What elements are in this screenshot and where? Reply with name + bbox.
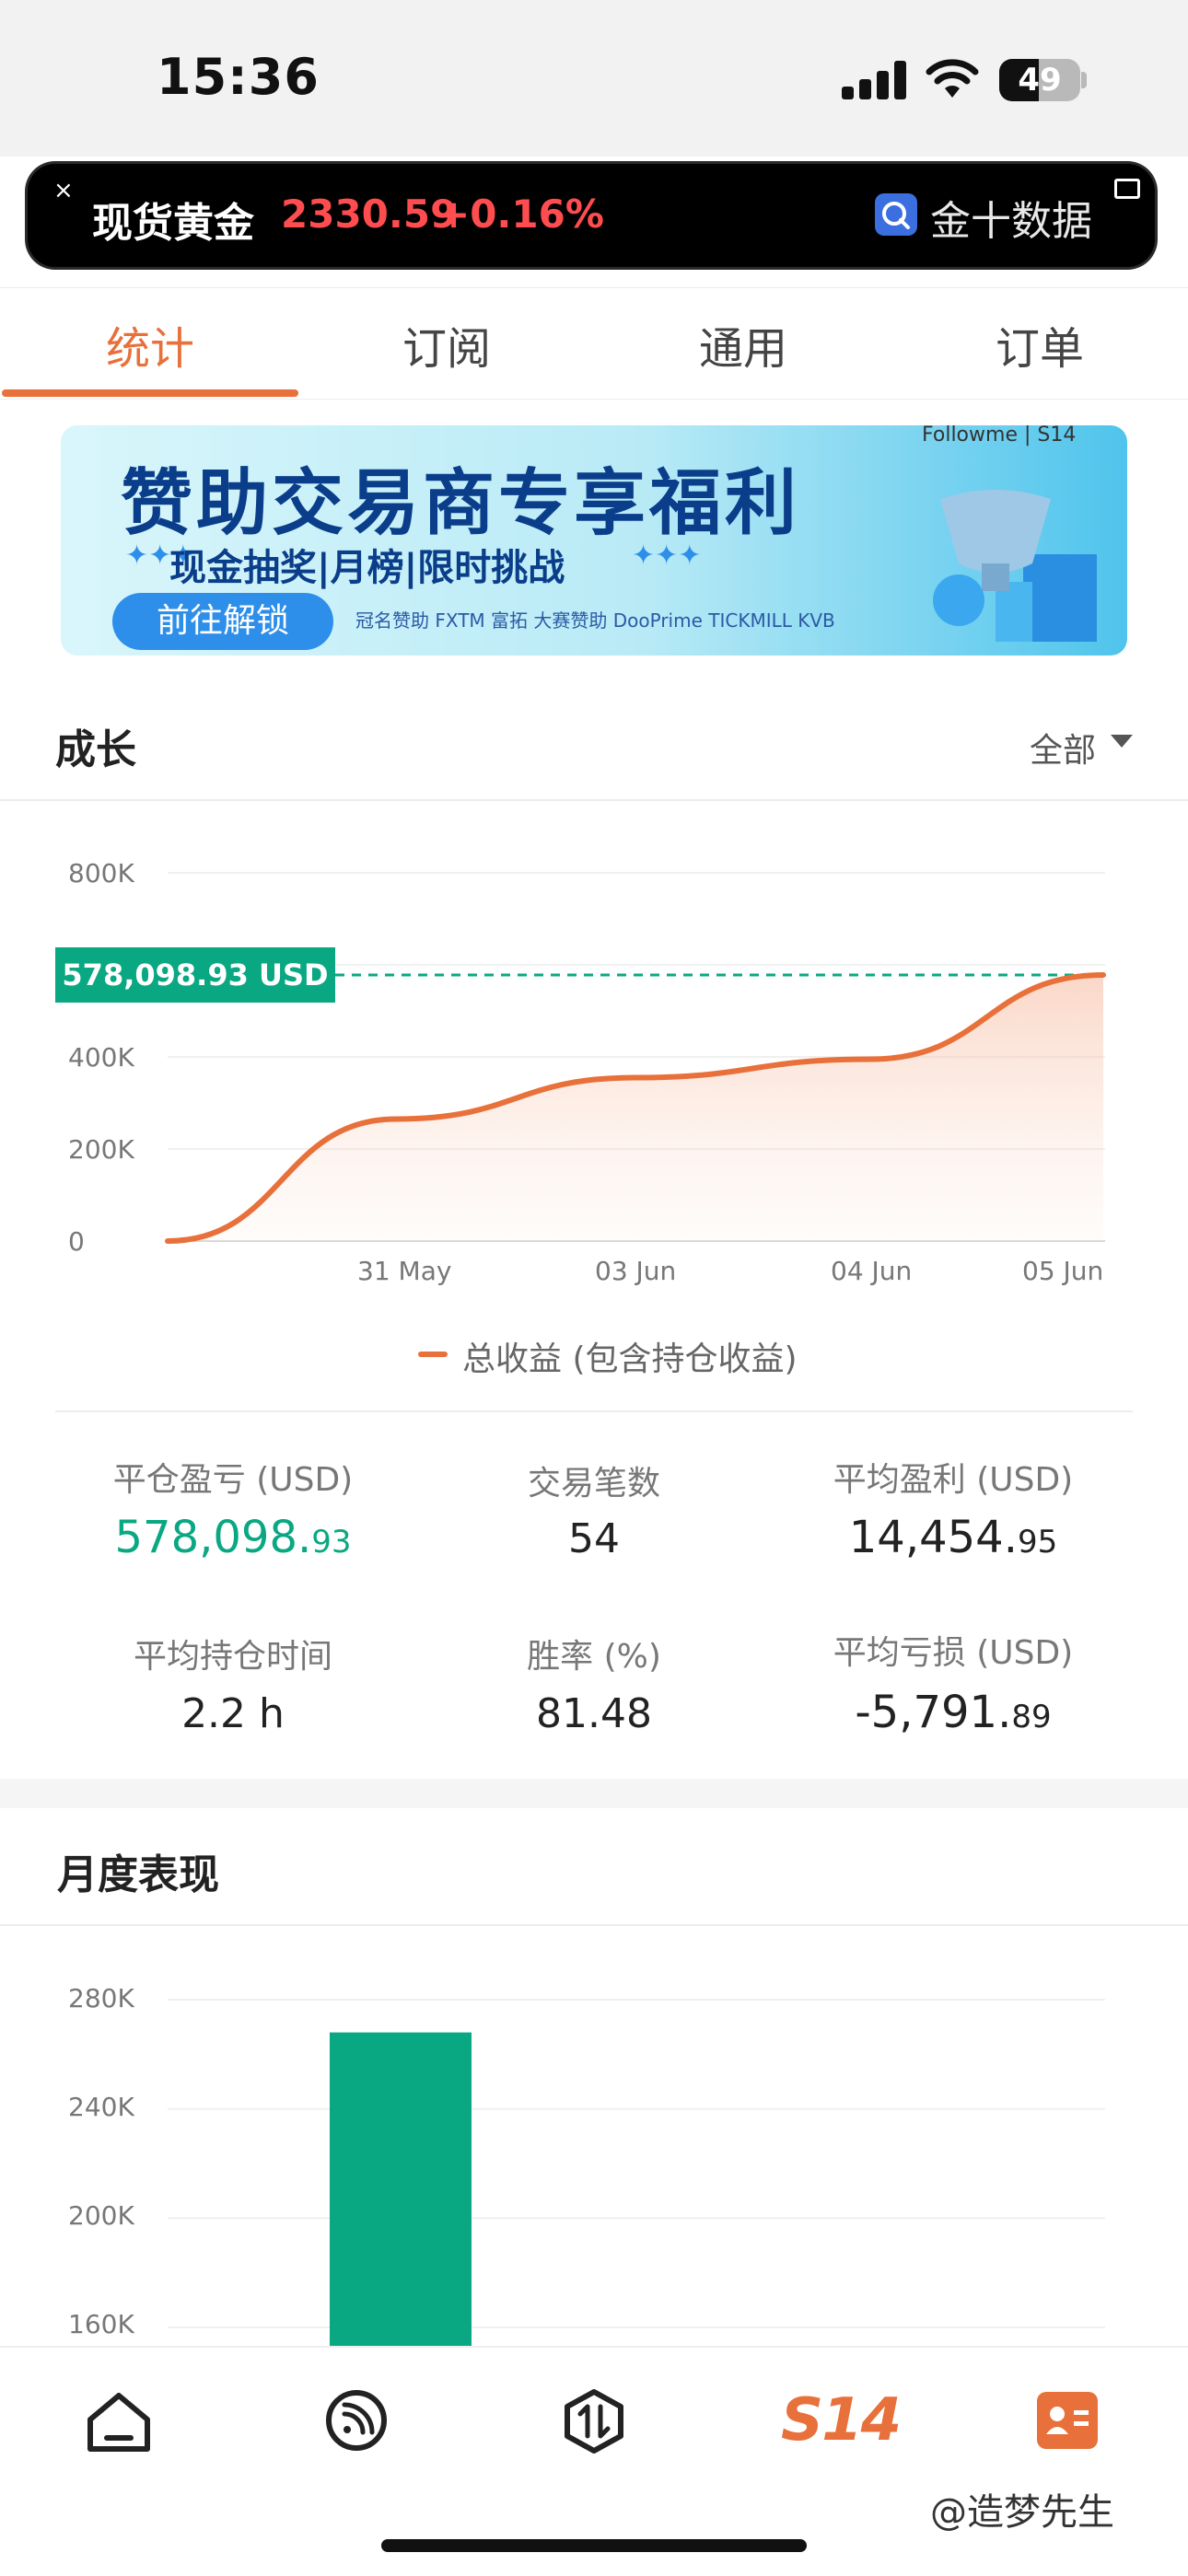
monthly-bar[interactable] [330,2032,472,2346]
home-indicator [381,2539,807,2552]
trade-icon[interactable] [562,2388,626,2454]
stat-value-trade-count: 54 [568,1515,620,1562]
feed-icon[interactable] [324,2388,389,2453]
stat-label-avg-profit: 平均盈利 (USD) [833,1461,1074,1499]
growth-area-fill [168,974,1103,1241]
profile-card-icon[interactable] [1037,2392,1098,2449]
s14-logo[interactable]: S14 [781,2386,902,2454]
legend-swatch [418,1352,448,1357]
monthly-bar-chart [168,1999,1105,2346]
x-tick-label: 05 Jun [1022,1256,1104,1286]
stat-label-closed-pnl: 平仓盈亏 (USD) [112,1461,354,1499]
stat-value-avg-profit: 14,454.95 [848,1512,1058,1563]
watermark: @造梦先生 [930,2491,1114,2534]
stat-value-closed-pnl: 578,098.93 [114,1512,352,1563]
x-tick-label: 31 May [357,1256,452,1286]
monthly-performance-title: 月度表现 [57,1851,219,1898]
current-value-tag: 578,098.93 USD [55,946,335,1003]
stat-label-trade-count: 交易笔数 [527,1465,660,1503]
stat-value-avg-hold-time: 2.2 h [181,1690,285,1737]
x-tick-label: 04 Jun [831,1256,913,1286]
stat-label-avg-hold-time: 平均持仓时间 [133,1638,332,1676]
section-gap [0,1779,1188,1808]
growth-chart [165,872,1106,1244]
stat-label-win-rate: 胜率 (%) [527,1638,661,1676]
section-divider [0,1924,1188,1926]
stat-value-avg-loss: -5,791.89 [855,1687,1052,1738]
stat-value-win-rate: 81.48 [536,1690,652,1737]
stat-label-avg-loss: 平均亏损 (USD) [833,1634,1074,1672]
home-icon[interactable] [85,2390,153,2454]
section-divider [55,1410,1133,1412]
chart-legend-label: 总收益 (包含持仓收益) [462,1340,798,1378]
x-tick-label: 03 Jun [595,1256,677,1286]
